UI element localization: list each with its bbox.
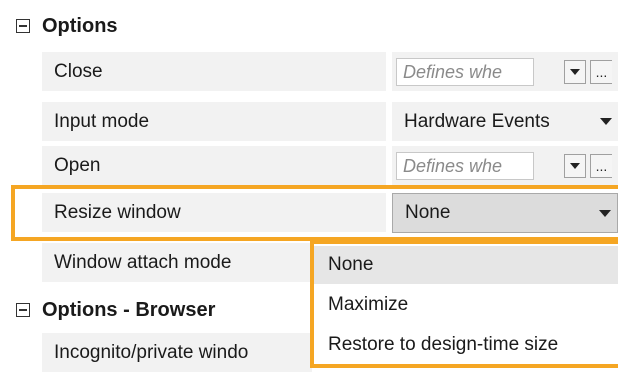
property-label: Window attach mode [42,243,312,283]
section-header-options[interactable]: Options [0,6,618,46]
property-row-close: Close Defines whe ... [0,52,618,92]
dropdown-item[interactable]: Maximize [314,286,618,324]
property-value: Defines whe ... [392,146,618,186]
property-value: Hardware Events [392,102,618,142]
property-row-open: Open Defines whe ... [0,146,618,186]
resize-window-dropdown-list: None Maximize Restore to design-time siz… [310,240,618,368]
property-row-resize-window: Resize window None [0,193,618,233]
chevron-down-icon [600,118,612,125]
resize-window-select[interactable]: None [392,193,618,233]
chevron-down-icon [570,69,580,75]
property-value: Defines whe ... [392,52,618,92]
collapse-icon[interactable] [16,19,30,33]
open-browse-button[interactable]: ... [590,154,612,178]
chevron-down-icon [599,210,611,217]
select-value: None [405,202,451,223]
input-mode-select[interactable]: Hardware Events [392,102,618,142]
property-label: Resize window [42,193,386,233]
collapse-icon[interactable] [16,303,30,317]
close-dropdown-button[interactable] [564,60,586,84]
select-value: Hardware Events [404,111,550,132]
property-value: None [392,193,618,233]
close-input[interactable]: Defines whe [396,58,534,86]
open-dropdown-button[interactable] [564,154,586,178]
section-title: Options - Browser [42,298,216,321]
property-label: Open [42,146,386,186]
dropdown-item[interactable]: Restore to design-time size [314,326,618,364]
property-label: Close [42,52,386,92]
section-title: Options [42,14,118,37]
property-row-input-mode: Input mode Hardware Events [0,102,618,142]
close-browse-button[interactable]: ... [590,60,612,84]
dropdown-item[interactable]: None [314,246,618,284]
chevron-down-icon [570,163,580,169]
open-input[interactable]: Defines whe [396,152,534,180]
property-label: Incognito/private windo [42,333,312,373]
property-label: Input mode [42,102,386,142]
